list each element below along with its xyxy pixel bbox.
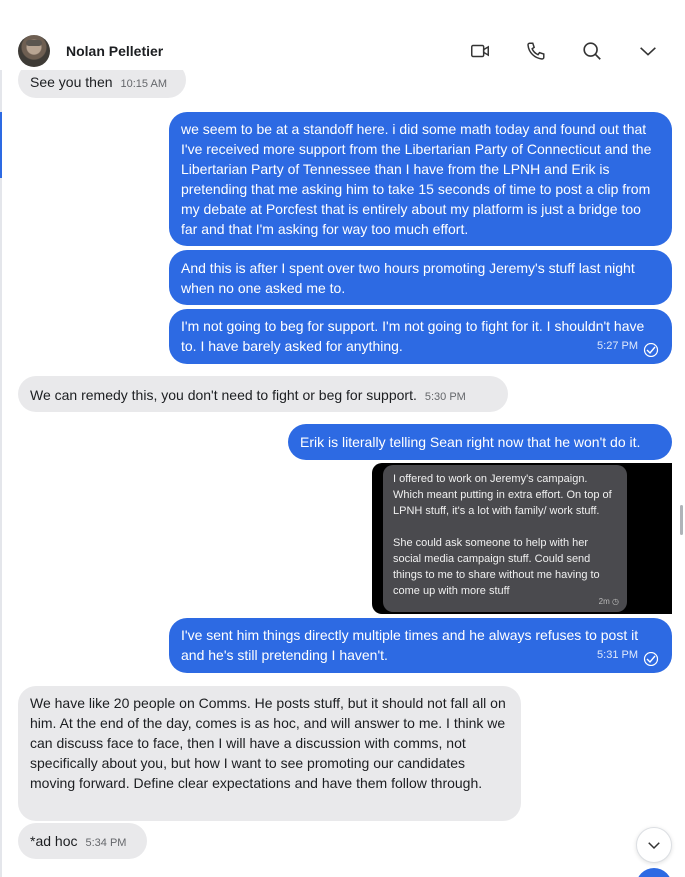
- screenshot-attachment[interactable]: I offered to work on Jeremy's campaign. …: [372, 463, 672, 614]
- message-incoming[interactable]: We can remedy this, you don't need to fi…: [18, 376, 508, 412]
- phone-call-icon[interactable]: [523, 38, 549, 64]
- message-text: Erik is literally telling Sean right now…: [300, 434, 641, 450]
- read-receipt-icon: [643, 652, 659, 666]
- message-time: 5:34 PM: [85, 837, 127, 849]
- attachment-message-bubble: I offered to work on Jeremy's campaign. …: [383, 465, 627, 612]
- avatar[interactable]: [18, 35, 50, 67]
- message-incoming[interactable]: We have like 20 people on Comms. He post…: [18, 686, 521, 821]
- message-outgoing[interactable]: And this is after I spent over two hours…: [169, 250, 672, 305]
- search-icon[interactable]: [579, 38, 605, 64]
- message-text: We can remedy this, you don't need to fi…: [30, 387, 417, 403]
- contact-name[interactable]: Nolan Pelletier: [66, 43, 163, 59]
- message-incoming[interactable]: *ad hoc 5:34 PM: [18, 823, 147, 859]
- message-text: And this is after I spent over two hours…: [181, 260, 635, 296]
- message-time: 5:30 PM: [424, 391, 466, 403]
- chevron-down-icon: [648, 842, 660, 850]
- read-receipt-icon: [643, 343, 659, 357]
- message-time: 5:27 PM: [597, 340, 638, 352]
- message-outgoing[interactable]: I've sent him things directly multiple t…: [169, 618, 672, 673]
- message-outgoing[interactable]: we seem to be at a standoff here. i did …: [169, 112, 672, 246]
- attachment-meta: 2m ◷: [598, 597, 619, 606]
- message-time: 5:31 PM: [597, 649, 638, 661]
- attachment-text: I offered to work on Jeremy's campaign. …: [393, 473, 612, 517]
- message-text: See you then: [30, 74, 113, 90]
- chevron-down-icon[interactable]: [635, 38, 661, 64]
- conversation-header: Nolan Pelletier: [0, 0, 685, 70]
- attachment-text: She could ask someone to help with her s…: [393, 537, 600, 597]
- message-list[interactable]: See you then 10:15 AM we seem to be at a …: [0, 62, 685, 877]
- message-time: 10:15 AM: [120, 78, 167, 90]
- message-outgoing[interactable]: Erik is literally telling Sean right now…: [288, 424, 672, 460]
- message-outgoing[interactable]: I'm not going to beg for support. I'm no…: [169, 309, 672, 364]
- scroll-to-bottom-button[interactable]: [636, 827, 672, 863]
- message-text: we seem to be at a standoff here. i did …: [181, 121, 652, 237]
- video-call-icon[interactable]: [467, 38, 493, 64]
- scrollbar-thumb[interactable]: [680, 505, 683, 535]
- message-text: *ad hoc: [30, 833, 78, 849]
- message-text: I've sent him things directly multiple t…: [181, 627, 639, 663]
- message-text: I'm not going to beg for support. I'm no…: [181, 318, 645, 354]
- message-text: We have like 20 people on Comms. He post…: [30, 695, 506, 791]
